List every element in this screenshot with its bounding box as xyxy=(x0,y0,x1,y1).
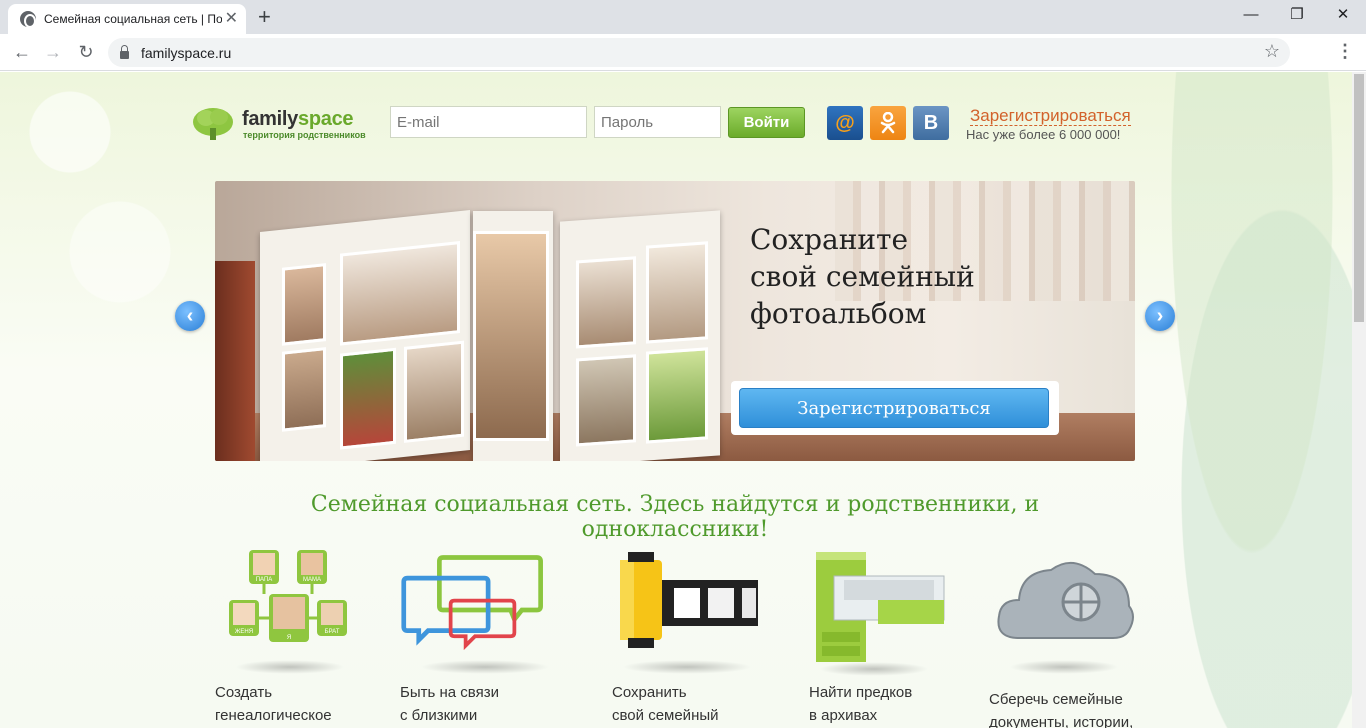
browser-tab-strip: Семейная социальная сеть | По ✕ + — ❐ ✕ xyxy=(0,0,1366,34)
browser-tab[interactable]: Семейная социальная сеть | По ✕ xyxy=(8,4,246,34)
feature-item[interactable]: Сберечь семейные документы, истории, xyxy=(989,550,1139,728)
svg-text:ПАПА: ПАПА xyxy=(256,577,273,583)
svg-text:БРАТ: БРАТ xyxy=(325,629,340,635)
carousel-next-button[interactable]: › xyxy=(1145,301,1175,331)
browser-toolbar: ← → ↻ familyspace.ru ☆ ⋮ xyxy=(0,34,1366,71)
decorative-ornament-left xyxy=(0,72,190,728)
logo-wordmark: familyspace xyxy=(242,108,354,130)
chevron-right-icon: › xyxy=(1156,304,1164,327)
cloud-safe-icon xyxy=(997,562,1134,639)
page-scrollbar[interactable] xyxy=(1352,72,1366,728)
feature-text: Быть на связи с близкими xyxy=(400,684,499,724)
feature-text: Сберечь семейные документы, истории, xyxy=(989,691,1134,728)
feature-item[interactable]: Найти предков в архивах xyxy=(809,550,959,724)
svg-text:ЖЕНЯ: ЖЕНЯ xyxy=(235,629,253,635)
album-center-page xyxy=(473,211,553,461)
film-roll-icon xyxy=(620,552,758,648)
vkontakte-icon: B xyxy=(923,111,939,134)
chevron-left-icon: ‹ xyxy=(186,304,194,327)
new-tab-button[interactable]: + xyxy=(258,6,271,28)
banner-cta-frame: Зарегистрироваться xyxy=(731,381,1059,435)
restore-button[interactable]: ❐ xyxy=(1274,4,1320,26)
address-bar[interactable]: familyspace.ru ☆ xyxy=(108,38,1290,67)
feature-text: Найти предков в архивах xyxy=(809,684,913,724)
bookmark-star-icon[interactable]: ☆ xyxy=(1264,41,1280,62)
family-tree-icon: ПАПА МАМА ЖЕНЯ Я БРАТ xyxy=(229,550,347,642)
page-content: familyspace территория родственников Вой… xyxy=(0,72,1366,728)
site-tagline: Семейная социальная сеть. Здесь найдутся… xyxy=(310,492,1040,542)
tree-logo-icon xyxy=(193,108,233,140)
browser-menu-icon[interactable]: ⋮ xyxy=(1336,41,1354,62)
register-link[interactable]: Зарегистрироваться xyxy=(970,106,1131,126)
back-arrow-icon[interactable]: ← xyxy=(10,41,34,65)
tab-close-icon[interactable]: ✕ xyxy=(225,11,238,27)
svg-text:МАМА: МАМА xyxy=(303,577,321,583)
globe-icon xyxy=(20,11,36,28)
banner-register-button[interactable]: Зарегистрироваться xyxy=(739,388,1049,428)
forward-arrow-icon[interactable]: → xyxy=(41,41,65,65)
logo-tagline: территория родственников xyxy=(243,130,366,140)
minimize-button[interactable]: — xyxy=(1228,4,1274,26)
odnoklassniki-icon xyxy=(880,112,896,134)
feature-item[interactable]: Быть на связи с близкими xyxy=(400,550,550,724)
password-field[interactable] xyxy=(594,106,721,138)
site-logo[interactable]: familyspace территория родственников xyxy=(192,104,366,142)
tab-title: Семейная социальная сеть | По xyxy=(44,12,222,26)
chat-bubbles-icon xyxy=(401,555,543,651)
url-text: familyspace.ru xyxy=(141,44,232,61)
mailru-login-button[interactable]: @ xyxy=(827,106,863,140)
email-field[interactable] xyxy=(390,106,587,138)
scrollbar-thumb[interactable] xyxy=(1354,74,1364,322)
promo-banner: Сохраните свой семейный фотоальбом Зарег… xyxy=(215,181,1135,461)
banner-title: Сохраните свой семейный фотоальбом xyxy=(750,223,975,330)
reload-icon[interactable]: ↻ xyxy=(74,41,98,65)
vkontakte-login-button[interactable]: B xyxy=(913,106,949,140)
album-right-page xyxy=(560,210,720,461)
carousel-prev-button[interactable]: ‹ xyxy=(175,301,205,331)
album-left-page xyxy=(260,209,470,461)
archive-cabinet-icon xyxy=(816,552,945,662)
login-button[interactable]: Войти xyxy=(728,107,805,138)
svg-text:Я: Я xyxy=(287,635,291,641)
feature-item[interactable]: Сохранить свой семейный xyxy=(612,550,762,724)
close-window-button[interactable]: ✕ xyxy=(1320,4,1366,26)
album-cover xyxy=(215,261,255,461)
feature-text: Создать генеалогическое xyxy=(215,684,332,724)
feature-text: Сохранить свой семейный xyxy=(612,684,719,724)
member-count: Нас уже более 6 000 000! xyxy=(966,127,1121,142)
lock-icon xyxy=(120,44,129,59)
odnoklassniki-login-button[interactable] xyxy=(870,106,906,140)
mailru-icon: @ xyxy=(835,111,855,134)
feature-item[interactable]: ПАПА МАМА ЖЕНЯ Я БРАТ Создать генеалогиче… xyxy=(215,550,365,724)
decorative-ornament-right xyxy=(1132,72,1352,728)
